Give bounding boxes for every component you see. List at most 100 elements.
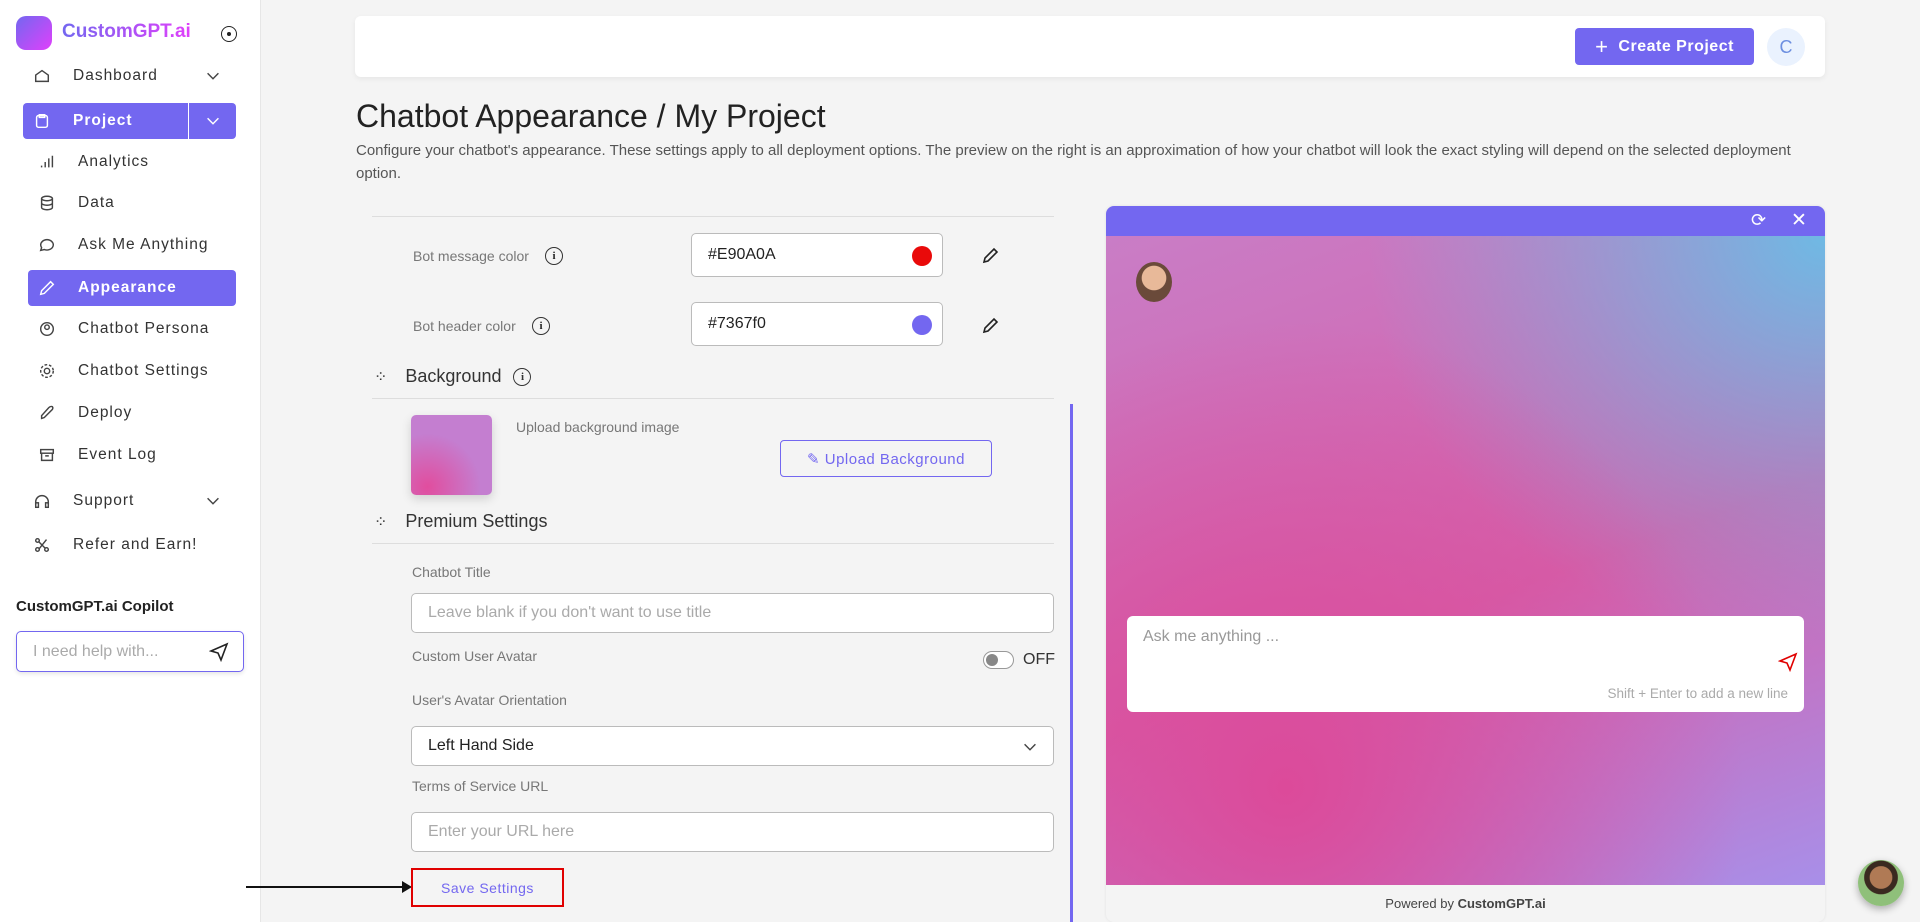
background-heading: ⁘ Background i: [374, 366, 532, 387]
chatbot-title-label: Chatbot Title: [412, 564, 491, 580]
bar-chart-icon: [40, 155, 54, 168]
selected-value: Left Hand Side: [428, 737, 534, 754]
grid-dots-icon: ⁘: [374, 513, 388, 531]
scrollbar[interactable]: [1070, 404, 1073, 922]
info-icon[interactable]: i: [532, 317, 550, 335]
bot-header-color-label: Bot header color: [413, 318, 516, 334]
info-icon[interactable]: i: [545, 247, 563, 265]
plus-icon: +: [1595, 33, 1609, 59]
sidebar-item-label: Project: [73, 112, 133, 129]
color-swatch[interactable]: [912, 315, 932, 335]
tos-url-label: Terms of Service URL: [412, 778, 549, 794]
info-icon[interactable]: i: [513, 367, 532, 386]
target-icon[interactable]: [221, 26, 237, 42]
sidebar-item-label: Support: [73, 492, 135, 509]
page-title: Chatbot Appearance / My Project: [356, 98, 826, 134]
grid-dots-icon: ⁘: [374, 368, 388, 386]
chat-icon: [39, 238, 55, 252]
sidebar-item-chatbot-persona[interactable]: Chatbot Persona: [28, 311, 236, 347]
custom-user-avatar-label: Custom User Avatar: [412, 648, 538, 664]
user-circle-icon: [39, 321, 55, 337]
preview-background: Ask me anything ... Shift + Enter to add…: [1106, 236, 1825, 885]
page-description: Configure your chatbot's appearance. The…: [356, 142, 1791, 182]
premium-heading: ⁘ Premium Settings: [374, 511, 547, 532]
sidebar-item-label: Event Log: [78, 446, 157, 463]
refresh-icon[interactable]: ⟳: [1751, 210, 1766, 231]
sidebar-item-chatbot-settings[interactable]: Chatbot Settings: [28, 353, 236, 389]
powered-by: Powered by CustomGPT.ai: [1106, 885, 1825, 911]
tos-url-input[interactable]: Enter your URL here: [411, 812, 1054, 852]
upload-background-button[interactable]: ✎ Upload Background: [780, 440, 992, 477]
sidebar-item-label: Data: [78, 194, 115, 211]
toggle-state: OFF: [1023, 651, 1055, 668]
bot-avatar: [1136, 262, 1172, 302]
bot-message-color-input[interactable]: #E90A0A: [691, 233, 943, 277]
color-swatch[interactable]: [912, 246, 932, 266]
sidebar-item-label: Appearance: [78, 279, 177, 296]
color-value: #E90A0A: [708, 246, 776, 263]
top-bar: + Create Project C: [355, 16, 1825, 77]
preview-chat-input[interactable]: Ask me anything ... Shift + Enter to add…: [1127, 616, 1804, 712]
sidebar-item-support[interactable]: Support: [23, 483, 236, 519]
bot-message-color-label: Bot message color: [413, 248, 529, 264]
sidebar-item-dashboard[interactable]: Dashboard: [23, 58, 236, 94]
avatar-orientation-select[interactable]: Left Hand Side: [411, 726, 1054, 766]
logo-text: CustomGPT.ai: [62, 21, 191, 42]
save-settings-button[interactable]: Save Settings: [411, 868, 564, 907]
color-value: #7367f0: [708, 315, 766, 332]
sidebar-item-appearance[interactable]: Appearance: [28, 270, 236, 306]
sidebar-item-label: Dashboard: [73, 67, 158, 84]
brush-icon: [39, 280, 55, 296]
home-icon: [34, 69, 50, 83]
divider: [372, 543, 1054, 544]
pencil-icon[interactable]: [980, 316, 1000, 336]
logo-icon: [16, 16, 52, 50]
rocket-icon: [40, 405, 54, 420]
sidebar-item-ask-me-anything[interactable]: Ask Me Anything: [28, 227, 236, 263]
upload-background-label: Upload Background: [824, 450, 965, 468]
sidebar-item-label: Chatbot Settings: [78, 362, 209, 379]
bot-header-color-input[interactable]: #7367f0: [691, 302, 943, 346]
sidebar-item-event-log[interactable]: Event Log: [28, 437, 236, 473]
archive-icon: [39, 448, 55, 462]
avatar[interactable]: C: [1767, 28, 1805, 66]
share-icon: [34, 537, 50, 553]
sidebar-item-label: Ask Me Anything: [78, 236, 209, 253]
chatbot-title-input[interactable]: Leave blank if you don't want to use tit…: [411, 593, 1054, 633]
background-thumbnail: [411, 415, 492, 495]
chat-preview: ⟳ ✕ Ask me anything ... Shift + Enter to…: [1106, 206, 1825, 922]
copilot-input[interactable]: I need help with...: [16, 631, 244, 672]
pencil-icon[interactable]: [980, 246, 1000, 266]
copilot-placeholder: I need help with...: [33, 643, 159, 660]
pencil-icon: ✎: [806, 450, 821, 468]
placeholder: Enter your URL here: [428, 823, 575, 840]
send-icon[interactable]: [1778, 652, 1798, 672]
powered-prefix: Powered by: [1385, 896, 1454, 911]
copilot-title: CustomGPT.ai Copilot: [16, 598, 174, 615]
gear-icon: [39, 363, 55, 379]
sidebar-item-label: Chatbot Persona: [78, 320, 210, 337]
preview-header: ⟳ ✕: [1106, 206, 1825, 236]
sidebar-item-project[interactable]: Project: [23, 103, 236, 139]
powered-brand[interactable]: CustomGPT.ai: [1458, 896, 1546, 911]
close-icon[interactable]: ✕: [1791, 209, 1807, 232]
divider: [372, 216, 1054, 217]
sidebar-item-analytics[interactable]: Analytics: [28, 144, 236, 180]
send-icon[interactable]: [209, 642, 229, 662]
sidebar-item-label: Deploy: [78, 404, 133, 421]
placeholder: Ask me anything ...: [1143, 628, 1280, 645]
divider: [372, 398, 1054, 399]
placeholder: Leave blank if you don't want to use tit…: [428, 604, 712, 621]
input-hint: Shift + Enter to add a new line: [1607, 686, 1789, 701]
sidebar-item-refer[interactable]: Refer and Earn!: [23, 527, 236, 563]
chevron-down-icon[interactable]: [204, 112, 222, 130]
create-project-button[interactable]: + Create Project: [1575, 28, 1754, 65]
custom-avatar-toggle[interactable]: [983, 651, 1014, 669]
clipboard-icon: [35, 113, 49, 129]
sidebar-item-data[interactable]: Data: [28, 185, 236, 221]
annotation-arrow: [246, 886, 404, 888]
headphones-icon: [34, 494, 50, 509]
sidebar-item-deploy[interactable]: Deploy: [28, 395, 236, 431]
chat-launcher-avatar[interactable]: [1858, 860, 1904, 906]
avatar-orientation-label: User's Avatar Orientation: [412, 692, 567, 708]
